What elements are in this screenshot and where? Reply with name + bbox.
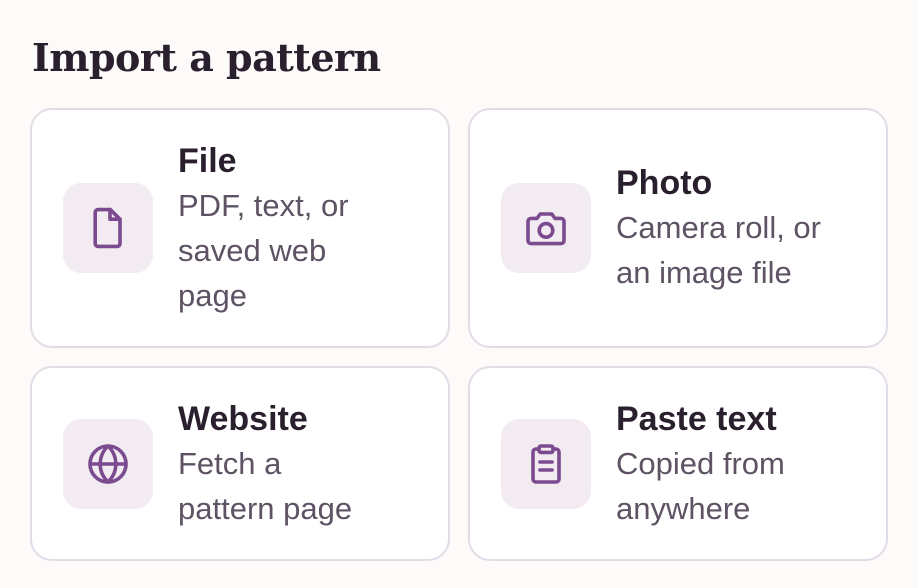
- import-paste-text-text: Paste text Copied from anywhere: [616, 397, 785, 531]
- import-photo-description: Camera roll, or an image file: [616, 210, 821, 290]
- globe-icon: [88, 443, 128, 484]
- import-website-text: Website Fetch a pattern page: [178, 397, 352, 531]
- import-website-title: Website: [178, 399, 308, 438]
- import-paste-text-description: Copied from anywhere: [616, 445, 785, 526]
- import-photo-text: Photo Camera roll, or an image file: [616, 161, 821, 295]
- import-options: File PDF, text, or saved web page Photo …: [30, 108, 888, 561]
- import-file-card[interactable]: File PDF, text, or saved web page: [30, 108, 450, 348]
- clipboard-icon: [531, 443, 561, 484]
- import-file-text: File PDF, text, or saved web page: [178, 139, 349, 318]
- file-icon-tile: [63, 183, 153, 273]
- file-icon: [93, 207, 122, 249]
- import-photo-title: Photo: [616, 164, 713, 202]
- import-file-title: File: [178, 141, 237, 180]
- camera-icon: [526, 212, 566, 246]
- camera-icon-tile: [501, 183, 591, 273]
- page-title: Import a pattern: [32, 35, 381, 80]
- clipboard-icon-tile: [501, 418, 591, 509]
- import-paste-text-card[interactable]: Paste text Copied from anywhere: [468, 366, 888, 561]
- import-website-card[interactable]: Website Fetch a pattern page: [30, 366, 450, 561]
- import-photo-card[interactable]: Photo Camera roll, or an image file: [468, 108, 888, 348]
- import-file-description: PDF, text, or saved web page: [178, 187, 349, 313]
- import-paste-text-title: Paste text: [616, 399, 777, 438]
- import-website-description: Fetch a pattern page: [178, 445, 353, 526]
- globe-icon-tile: [63, 418, 153, 509]
